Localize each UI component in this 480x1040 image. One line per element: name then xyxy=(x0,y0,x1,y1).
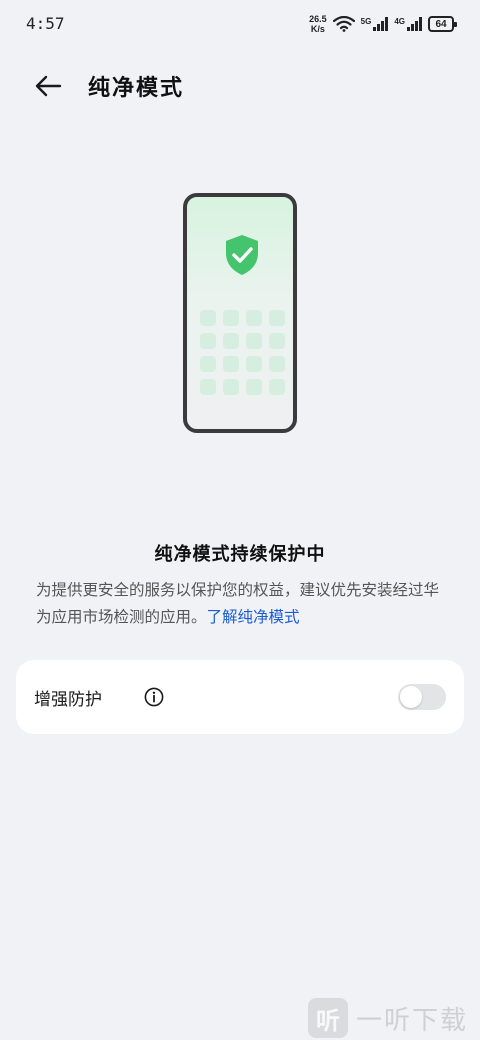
protection-status-title: 纯净模式持续保护中 xyxy=(154,544,326,565)
app-icon-placeholder xyxy=(200,310,216,326)
network-speed: 26.5 K/s xyxy=(309,14,327,34)
signal-5g-icon: 5G xyxy=(361,17,389,31)
watermark-logo: 听 xyxy=(307,998,348,1038)
enhanced-protection-card: 增强防护 xyxy=(16,660,464,734)
battery-icon: 64 xyxy=(428,16,457,32)
app-icon-placeholder xyxy=(269,379,285,395)
watermark-text: 一听下载 xyxy=(355,1005,468,1036)
battery-level: 64 xyxy=(435,18,447,30)
app-icon-placeholder xyxy=(223,379,239,395)
network-speed-value: 26.5 xyxy=(309,14,327,24)
app-icon-placeholder xyxy=(223,310,239,326)
shield-check-icon xyxy=(226,235,258,275)
app-icon-placeholder xyxy=(246,379,262,395)
enhanced-protection-label: 增强防护 xyxy=(34,690,102,710)
status-time: 4:57 xyxy=(26,14,65,33)
app-icon-placeholder xyxy=(269,356,285,372)
app-icon-placeholder xyxy=(246,356,262,372)
app-icon-placeholder xyxy=(200,379,216,395)
status-bar: 4:57 26.5 K/s 5G 4G 64 xyxy=(0,0,480,48)
signal-4g-icon: 4G xyxy=(394,17,422,31)
network-speed-unit: K/s xyxy=(310,24,325,34)
info-icon[interactable] xyxy=(144,687,164,707)
page-title: 纯净模式 xyxy=(88,76,185,101)
back-button[interactable] xyxy=(28,66,68,106)
status-indicators: 26.5 K/s 5G 4G 64 xyxy=(309,12,457,36)
app-icon-placeholder xyxy=(246,333,262,349)
header: 纯净模式 xyxy=(0,60,480,110)
app-grid xyxy=(200,310,285,395)
wifi-icon xyxy=(332,16,355,32)
app-icon-placeholder xyxy=(269,310,285,326)
app-icon-placeholder xyxy=(200,356,216,372)
phone-frame xyxy=(183,193,297,433)
signal-5g-label: 5G xyxy=(360,17,372,26)
learn-more-link[interactable]: 了解纯净模式 xyxy=(207,608,300,626)
app-icon-placeholder xyxy=(200,333,216,349)
signal-4g-label: 4G xyxy=(394,17,405,26)
app-icon-placeholder xyxy=(223,333,239,349)
phone-illustration xyxy=(183,193,297,433)
protection-description: 为提供更安全的服务以保护您的权益，建议优先安装经过华为应用市场检测的应用。了解纯… xyxy=(36,577,446,631)
watermark: 听 一听下载 xyxy=(307,996,468,1040)
back-arrow-icon xyxy=(35,75,62,97)
toggle-knob xyxy=(400,686,422,708)
app-icon-placeholder xyxy=(246,310,262,326)
app-icon-placeholder xyxy=(223,356,239,372)
app-icon-placeholder xyxy=(269,333,285,349)
enhanced-protection-toggle[interactable] xyxy=(398,684,446,710)
